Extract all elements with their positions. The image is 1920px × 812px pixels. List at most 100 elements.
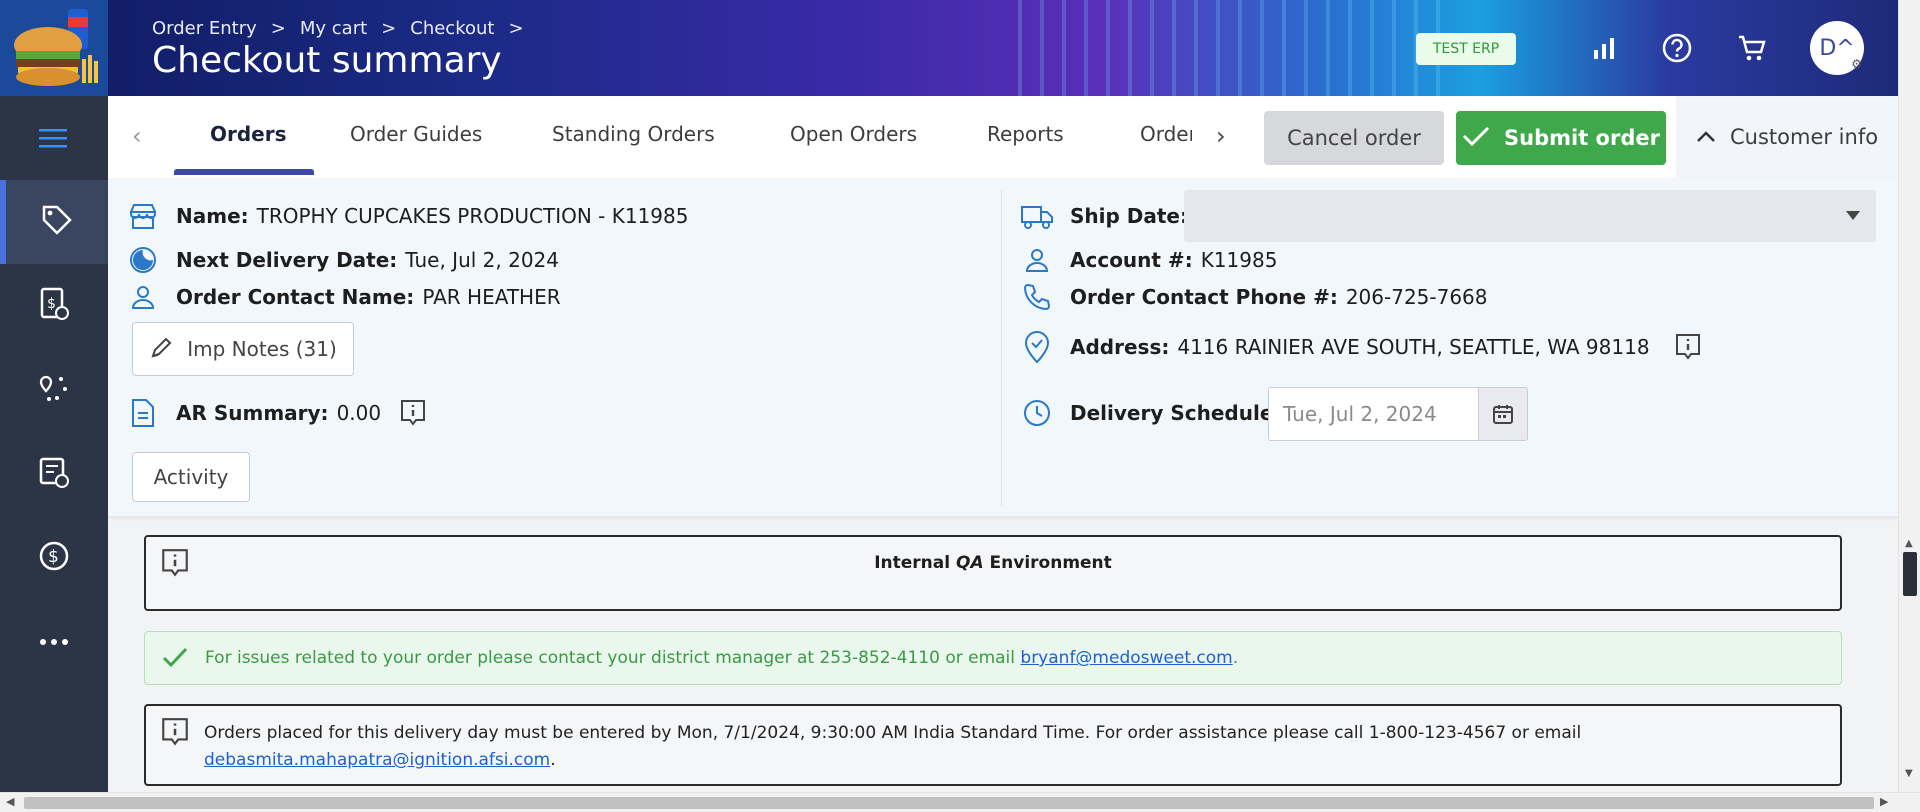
qa-notice-title: Internal QA Environment [146,553,1840,573]
vertical-scrollbar[interactable]: ▲ ▼ [1898,0,1920,792]
contact-manager-message: For issues related to your order please … [205,648,1021,668]
scroll-up-icon[interactable]: ▲ [1905,538,1913,549]
assistance-email-link[interactable]: debasmita.mahapatra@ignition.afsi.com [204,750,550,770]
page-title: Checkout summary [152,40,502,81]
chevron-up-icon [1696,125,1716,149]
account-value: K11985 [1200,248,1278,272]
info-message-icon [160,716,190,757]
address-label: Address: [1070,335,1170,359]
horizontal-scroll-thumb[interactable] [24,797,1874,809]
cutoff-message: Orders placed for this delivery day must… [204,723,1582,743]
document-icon [126,396,160,430]
contact-manager-notice: For issues related to your order please … [144,631,1842,685]
scroll-down-icon[interactable]: ▼ [1905,768,1913,779]
menu-icon[interactable] [0,96,108,180]
svg-text:$: $ [48,547,59,567]
contact-phone-value: 206-725-7668 [1345,285,1488,309]
panel-divider [1001,190,1002,506]
tab-orders[interactable]: Orders [210,122,287,146]
imp-notes-button[interactable]: Imp Notes (31) [132,322,354,376]
route-icon [37,371,71,409]
scroll-right-icon[interactable]: ▶ [1880,795,1888,808]
truck-icon [1020,199,1054,233]
avatar-initials: D^ [1819,35,1855,61]
calendar-icon[interactable] [1478,387,1528,441]
tab-open-orders[interactable]: Open Orders [790,122,917,146]
tab-reports[interactable]: Reports [987,122,1064,146]
customer-info-toggle[interactable]: Customer info [1676,96,1898,178]
qa-environment-notice: Internal QA Environment [144,535,1842,611]
ar-summary-label: AR Summary: [176,401,329,425]
next-delivery-value: Tue, Jul 2, 2024 [405,248,559,272]
sidebar-item-routes[interactable] [0,348,108,432]
reports-icon[interactable] [1586,30,1622,66]
sidebar-item-receipts[interactable] [0,432,108,516]
address-value: 4116 RAINIER AVE SOUTH, SEATTLE, WA 9811… [1177,335,1650,359]
customer-name-value: TROPHY CUPCAKES PRODUCTION - K11985 [256,204,689,228]
activity-button[interactable]: Activity [132,452,250,502]
next-delivery-label: Next Delivery Date: [176,248,398,272]
ship-date-select[interactable] [1184,190,1876,242]
store-icon [126,199,160,233]
sidebar: $ $ [0,96,108,796]
contact-manager-text: For issues related to your order please … [205,648,1238,668]
cancel-order-button[interactable]: Cancel order [1264,111,1444,165]
breadcrumb-separator: > [508,18,524,39]
environment-badge: TEST ERP [1416,33,1516,65]
moon-icon [126,243,160,277]
delivery-schedule-row: Delivery Schedule: [1020,396,1289,430]
cutoff-message-end: . [550,750,556,770]
brand-logo[interactable] [0,0,108,96]
tab-order-more[interactable]: Order [1140,122,1192,146]
delivery-schedule-label: Delivery Schedule: [1070,401,1282,425]
vertical-scroll-thumb[interactable] [1903,552,1917,596]
contact-name-label: Order Contact Name: [176,285,415,309]
sidebar-item-invoices[interactable]: $ [0,264,108,348]
contact-phone-label: Order Contact Phone #: [1070,285,1338,309]
breadcrumb-separator: > [381,18,397,39]
tabs-scroll-right-icon[interactable]: › [1216,122,1226,150]
breadcrumb-order-entry[interactable]: Order Entry [152,18,257,39]
sidebar-item-orders[interactable] [0,180,108,264]
submit-order-button[interactable]: Submit order [1456,111,1666,165]
header-background-graphic [1000,0,1450,96]
submit-order-label: Submit order [1504,126,1660,150]
contact-manager-end: . [1232,648,1239,668]
cart-icon[interactable] [1734,30,1770,66]
contact-phone-row: Order Contact Phone #: 206-725-7668 [1020,280,1488,314]
chevron-down-icon [1846,211,1860,220]
ship-date-row: Ship Date: [1020,199,1196,233]
active-tab-indicator [174,169,314,175]
breadcrumb: Order Entry > My cart > Checkout > [152,18,524,39]
delivery-schedule-input[interactable]: Tue, Jul 2, 2024 [1268,387,1478,441]
contact-name-row: Order Contact Name: PAR HEATHER [126,280,561,314]
ar-summary-value: 0.00 [336,401,382,425]
user-avatar[interactable]: D^ ⚙ [1810,21,1864,75]
manager-email-link[interactable]: bryanf@medosweet.com [1020,648,1232,668]
clock-icon [1020,396,1054,430]
person-icon [126,280,160,314]
customer-info-label: Customer info [1730,125,1879,149]
horizontal-scrollbar[interactable]: ◀ ▶ [0,792,1920,812]
app-header: Order Entry > My cart > Checkout > Check… [0,0,1898,96]
help-icon[interactable] [1659,30,1695,66]
contact-name-value: PAR HEATHER [422,285,561,309]
scroll-left-icon[interactable]: ◀ [6,795,14,808]
breadcrumb-checkout[interactable]: Checkout [410,18,494,39]
order-cutoff-notice: Orders placed for this delivery day must… [144,704,1842,786]
receipt-icon [37,455,71,493]
qa-notice-italic: QA [956,553,984,573]
address-info-icon[interactable] [1674,332,1702,362]
sidebar-item-payments[interactable]: $ [0,516,108,600]
pencil-icon [149,334,175,365]
tag-icon [40,203,74,241]
tab-standing-orders[interactable]: Standing Orders [552,122,715,146]
ar-info-icon[interactable] [399,398,427,428]
tabs-scroll-left-icon[interactable]: ‹ [132,122,142,150]
ar-summary-row: AR Summary: 0.00 [126,396,427,430]
tab-order-guides[interactable]: Order Guides [350,122,482,146]
breadcrumb-my-cart[interactable]: My cart [300,18,367,39]
more-icon[interactable] [0,600,108,684]
address-row: Address: 4116 RAINIER AVE SOUTH, SEATTLE… [1020,330,1702,364]
name-label: Name: [176,204,249,228]
